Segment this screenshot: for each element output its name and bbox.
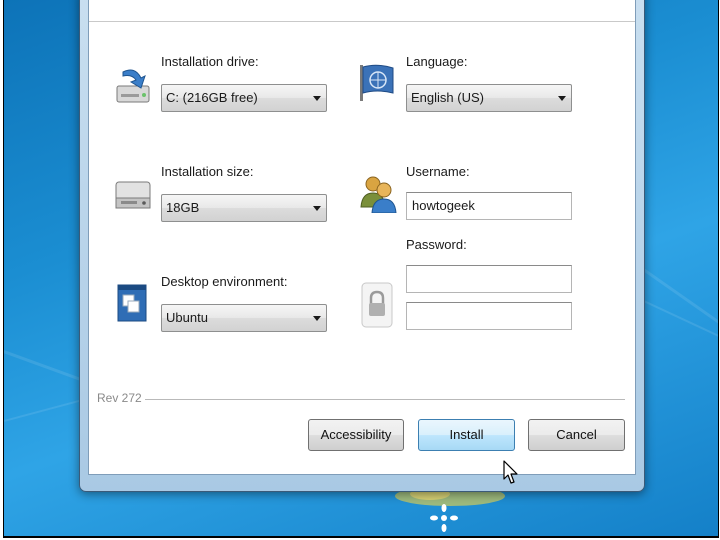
password-confirm-input[interactable] bbox=[406, 302, 572, 330]
globe-flag-icon bbox=[360, 64, 394, 101]
padlock-icon bbox=[361, 282, 393, 328]
desktop-environment-label: Desktop environment: bbox=[161, 274, 288, 289]
mouse-pointer-icon bbox=[503, 460, 518, 484]
cancel-button[interactable]: Cancel bbox=[528, 419, 625, 451]
installation-drive-label: Installation drive: bbox=[161, 54, 259, 69]
installer-client-area: Installation drive: C: (216GB free) Lang… bbox=[88, 0, 636, 475]
username-input[interactable]: howtogeek bbox=[406, 192, 572, 220]
wallpaper-ray bbox=[4, 350, 89, 384]
chevron-down-icon bbox=[558, 96, 566, 101]
header-band bbox=[89, 0, 635, 22]
chevron-down-icon bbox=[313, 96, 321, 101]
hard-disk-icon bbox=[115, 181, 151, 209]
installation-drive-value: C: (216GB free) bbox=[166, 90, 258, 105]
language-label: Language: bbox=[406, 54, 468, 69]
username-label: Username: bbox=[406, 164, 470, 179]
installation-size-label: Installation size: bbox=[161, 164, 254, 179]
password-input[interactable] bbox=[406, 265, 572, 293]
password-label: Password: bbox=[406, 237, 467, 252]
installation-size-value: 18GB bbox=[166, 200, 200, 215]
desktop-environment-value: Ubuntu bbox=[166, 310, 208, 325]
revision-label: Rev 272 bbox=[97, 391, 142, 405]
drive-download-icon bbox=[116, 69, 150, 103]
language-dropdown[interactable]: English (US) bbox=[406, 84, 572, 112]
installation-drive-dropdown[interactable]: C: (216GB free) bbox=[161, 84, 327, 112]
install-button[interactable]: Install bbox=[418, 419, 515, 451]
desktop-environment-dropdown[interactable]: Ubuntu bbox=[161, 304, 327, 332]
language-value: English (US) bbox=[411, 90, 484, 105]
chevron-down-icon bbox=[313, 316, 321, 321]
separator-line bbox=[145, 399, 625, 401]
chevron-down-icon bbox=[313, 206, 321, 211]
installation-size-dropdown[interactable]: 18GB bbox=[161, 194, 327, 222]
accessibility-button[interactable]: Accessibility bbox=[308, 419, 404, 451]
desktop-window-icon bbox=[117, 284, 147, 322]
windows-logo-glow bbox=[430, 504, 458, 532]
users-icon bbox=[360, 176, 397, 213]
installer-window: Installation drive: C: (216GB free) Lang… bbox=[79, 0, 645, 492]
